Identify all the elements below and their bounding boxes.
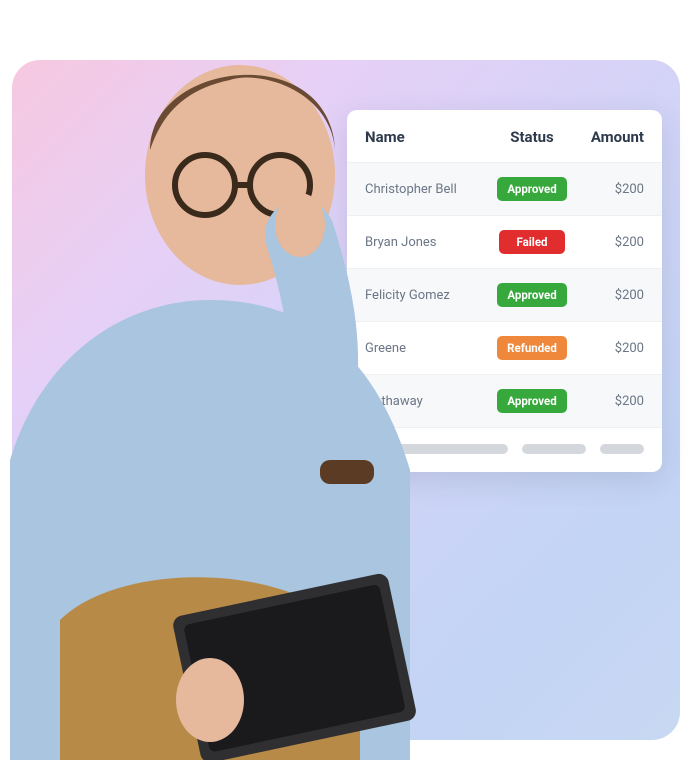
table-skeleton-row	[347, 427, 662, 472]
cell-amount: $200	[574, 235, 644, 250]
cell-status: Failed	[490, 230, 574, 254]
cell-amount: $200	[574, 394, 644, 409]
table-row[interactable]: Hathaway Approved $200	[347, 374, 662, 427]
skeleton-bar	[522, 444, 586, 454]
cell-name: Greene	[365, 341, 490, 356]
cell-amount: $200	[574, 182, 644, 197]
status-badge: Failed	[499, 230, 565, 254]
cell-name: Hathaway	[365, 394, 490, 409]
transactions-table-card: Name Status Amount Christopher Bell Appr…	[347, 110, 662, 472]
cell-amount: $200	[574, 288, 644, 303]
cell-status: Refunded	[490, 336, 574, 360]
table-row[interactable]: Christopher Bell Approved $200	[347, 162, 662, 215]
cell-name: Christopher Bell	[365, 182, 490, 197]
table-header-amount: Amount	[574, 128, 644, 146]
cell-name: Bryan Jones	[365, 235, 490, 250]
cell-status: Approved	[490, 283, 574, 307]
status-badge: Approved	[497, 177, 566, 201]
status-badge: Refunded	[497, 336, 567, 360]
table-header-status: Status	[490, 128, 574, 146]
table-row[interactable]: Greene Refunded $200	[347, 321, 662, 374]
table-row[interactable]: Felicity Gomez Approved $200	[347, 268, 662, 321]
cell-status: Approved	[490, 177, 574, 201]
cell-name: Felicity Gomez	[365, 288, 490, 303]
status-badge: Approved	[497, 283, 566, 307]
table-header-row: Name Status Amount	[347, 110, 662, 162]
skeleton-bar	[365, 444, 508, 454]
table-header-name: Name	[365, 128, 490, 146]
cell-amount: $200	[574, 341, 644, 356]
table-row[interactable]: Bryan Jones Failed $200	[347, 215, 662, 268]
cell-status: Approved	[490, 389, 574, 413]
status-badge: Approved	[497, 389, 566, 413]
skeleton-bar	[600, 444, 644, 454]
